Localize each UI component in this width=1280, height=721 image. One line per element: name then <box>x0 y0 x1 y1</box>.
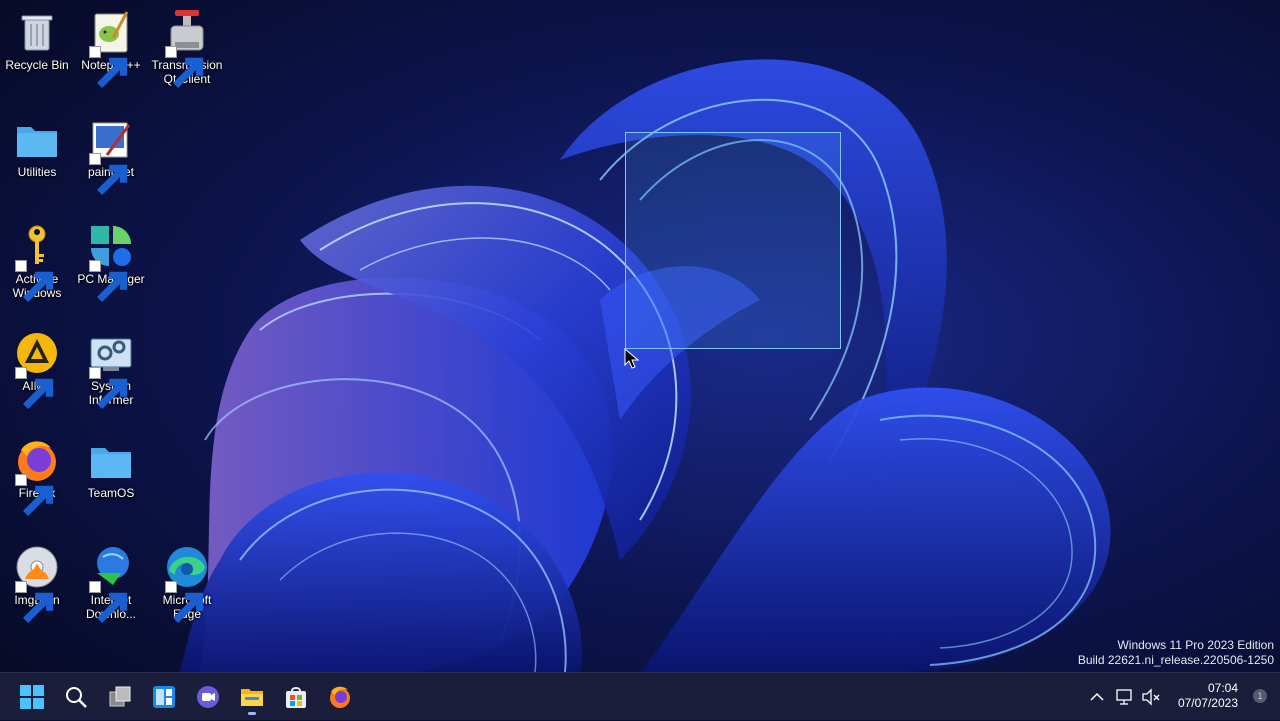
desktop-icon-aimp[interactable]: AIMP <box>0 321 74 409</box>
shortcut-arrow-icon <box>15 474 54 516</box>
desktop-icon-label: Utilities <box>17 165 57 179</box>
shortcut-arrow-icon <box>89 260 128 302</box>
desktop-icon-recycle-bin[interactable]: Recycle Bin <box>0 0 74 72</box>
search-button[interactable] <box>56 677 96 717</box>
desktop-icon-utilities[interactable]: Utilities <box>0 107 74 179</box>
desktop-icon-paintnet[interactable]: paint.net <box>74 107 148 195</box>
firefox-icon <box>330 686 350 708</box>
aimp-icon <box>13 329 61 409</box>
idm-icon <box>87 543 135 623</box>
shortcut-arrow-icon <box>15 367 54 409</box>
notification-badge[interactable]: 1 <box>1253 689 1267 703</box>
firefox-taskbar-button[interactable] <box>320 677 360 717</box>
shortcut-arrow-icon <box>15 260 54 302</box>
recycle-bin-icon <box>13 8 61 56</box>
shortcut-arrow-icon <box>15 581 54 623</box>
folder-icon <box>13 115 61 163</box>
shortcut-arrow-icon <box>89 153 128 195</box>
chat-button[interactable] <box>188 677 228 717</box>
desktop-icon-label: Recycle Bin <box>5 58 69 72</box>
shortcut-arrow-icon <box>89 581 128 623</box>
desktop-icon-transmission[interactable]: Transmission Qt Client <box>150 0 224 88</box>
network-icon <box>1116 689 1132 705</box>
show-hidden-icons-button[interactable] <box>1086 673 1108 721</box>
folder-icon <box>87 436 135 484</box>
start-icon <box>20 685 44 709</box>
mouse-cursor-icon <box>624 348 640 369</box>
file-explorer-button[interactable] <box>232 677 272 717</box>
desktop-selection-rectangle <box>625 132 841 349</box>
watermark-build: Build 22621.ni_release.220506-1250 <box>1077 653 1274 667</box>
transmission-icon <box>163 8 211 88</box>
shortcut-arrow-icon <box>165 581 204 623</box>
desktop-icon-imgburn[interactable]: ImgBurn <box>0 535 74 623</box>
widgets-button[interactable] <box>144 677 184 717</box>
desktop-icon-notepadpp[interactable]: Notepad++ <box>74 0 148 88</box>
shortcut-arrow-icon <box>89 46 128 88</box>
edge-icon <box>163 543 211 623</box>
firefox-icon <box>13 436 61 516</box>
task-view-icon <box>109 686 131 707</box>
watermark-edition: Windows 11 Pro 2023 Edition <box>1117 638 1274 652</box>
file-explorer-icon <box>241 689 263 706</box>
pc-manager-icon <box>87 222 135 302</box>
shortcut-arrow-icon <box>165 46 204 88</box>
windows-edition-watermark: Windows 11 Pro 2023 Edition Build 22621.… <box>1078 638 1274 668</box>
chat-icon <box>197 686 219 708</box>
imgburn-icon <box>13 543 61 623</box>
task-view-button[interactable] <box>100 677 140 717</box>
desktop-icon-firefox[interactable]: Firefox <box>0 428 74 516</box>
paintnet-icon <box>87 115 135 195</box>
notepadpp-icon <box>87 8 135 88</box>
network-button[interactable] <box>1114 673 1136 721</box>
microsoft-store-icon <box>286 687 306 708</box>
desktop-icon-idm[interactable]: Internet Downlo... <box>74 535 148 623</box>
shortcut-arrow-icon <box>89 367 128 409</box>
search-icon <box>66 687 87 708</box>
desktop-icon-edge[interactable]: Microsoft Edge <box>150 535 224 623</box>
key-icon <box>13 222 61 302</box>
volume-muted-icon <box>1142 688 1160 706</box>
widgets-icon <box>153 686 175 708</box>
system-informer-icon <box>87 329 135 409</box>
clock-date: 07/07/2023 <box>1177 696 1238 710</box>
running-indicator <box>248 712 256 715</box>
chevron-up-icon <box>1090 692 1104 701</box>
desktop-icon-teamos[interactable]: TeamOS <box>74 428 148 500</box>
desktop-icon-activate-windows[interactable]: Activate Windows <box>0 214 74 302</box>
desktop-icon-pc-manager[interactable]: PC Manager <box>74 214 148 302</box>
taskbar-clock[interactable]: 07:04 07/07/2023 <box>1178 681 1238 711</box>
volume-button[interactable] <box>1140 673 1162 721</box>
microsoft-store-button[interactable] <box>276 677 316 717</box>
clock-time: 07:04 <box>1207 681 1238 695</box>
desktop-icon-system-informer[interactable]: System Informer <box>74 321 148 409</box>
start-button[interactable] <box>12 677 52 717</box>
taskbar: 07:04 07/07/2023 1 <box>0 672 1280 720</box>
desktop-icon-label: TeamOS <box>87 486 135 500</box>
